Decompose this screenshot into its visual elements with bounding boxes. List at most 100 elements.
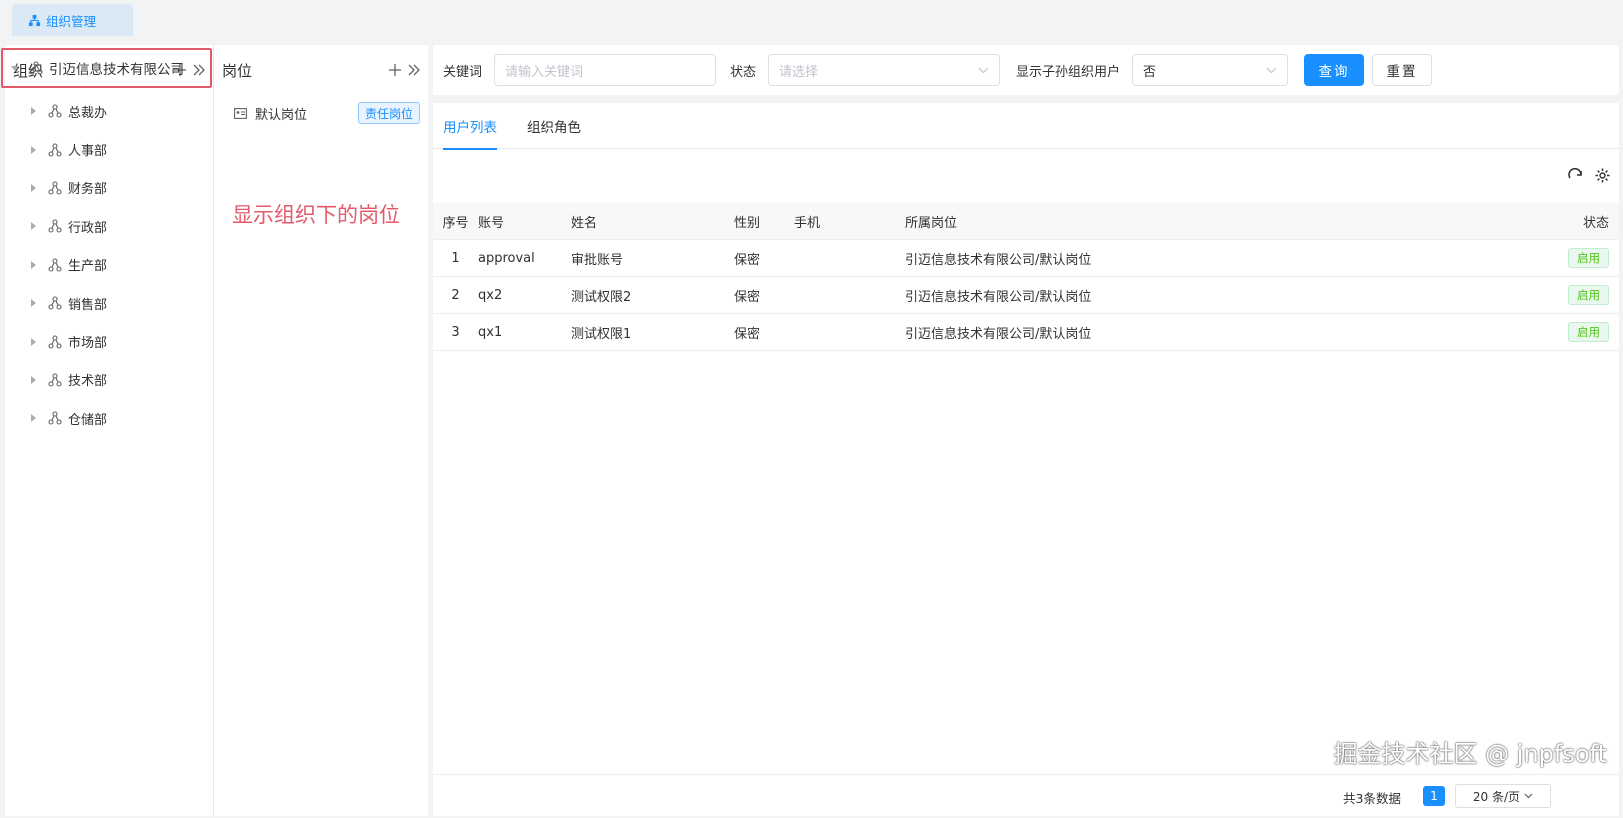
reset-button[interactable]: 重置 [1372, 54, 1433, 86]
tab-user-list[interactable]: 用户列表 [443, 103, 497, 150]
tree-node-label: 仓储部 [68, 412, 108, 428]
org-node-icon [48, 296, 62, 310]
header-idx: 序号 [442, 215, 469, 231]
caret-right-icon[interactable] [30, 375, 40, 384]
tree-node[interactable]: 生产部 [0, 246, 209, 284]
table-row[interactable]: 1 approval 审批账号 保密 引迈信息技术有限公司/默认岗位 启用 [433, 240, 1619, 277]
status-badge: 启用 [1568, 322, 1609, 342]
page-size-select[interactable]: 20 条/页 [1455, 784, 1551, 808]
header-status: 状态 [1582, 215, 1609, 231]
tree-node-label: 市场部 [68, 336, 108, 352]
collapse-icon[interactable] [408, 63, 420, 77]
header-sex: 性别 [734, 215, 761, 231]
table-row[interactable]: 3 qx1 测试权限1 保密 引迈信息技术有限公司/默认岗位 启用 [433, 314, 1619, 351]
tree-node[interactable]: 人事部 [0, 130, 209, 168]
cell-position: 引迈信息技术有限公司/默认岗位 [905, 326, 1092, 342]
tree-node-label: 行政部 [68, 220, 108, 236]
header-position: 所属岗位 [905, 215, 958, 231]
keyword-input[interactable]: 请输入关键词 [494, 54, 717, 86]
user-list-panel: 用户列表 组织角色 序号 账号 姓名 性别 手机 所属岗位 状态 1 appro… [433, 103, 1619, 816]
cell-idx: 2 [451, 287, 460, 303]
org-node-icon [48, 258, 62, 272]
tree-node[interactable]: 销售部 [0, 284, 209, 322]
sub-org-value: 否 [1143, 64, 1157, 80]
table-row[interactable]: 2 qx2 测试权限2 保密 引迈信息技术有限公司/默认岗位 启用 [433, 277, 1619, 314]
position-panel-title: 岗位 [222, 61, 253, 80]
tree-node-label: 引迈信息技术有限公司 [49, 62, 184, 78]
tab-label: 组织管理 [46, 13, 97, 29]
status-select[interactable]: 请选择 [768, 54, 1001, 86]
caret-right-icon[interactable] [30, 145, 40, 154]
table-tools [1567, 167, 1611, 184]
status-label: 状态 [730, 64, 757, 80]
header-account: 账号 [478, 215, 505, 231]
status-badge: 启用 [1568, 285, 1609, 305]
cell-idx: 3 [451, 324, 460, 340]
watermark: 掘金技术社区 @ jnpfsoft [1333, 740, 1607, 768]
tab-org-roles[interactable]: 组织角色 [527, 103, 581, 149]
add-position-icon[interactable] [388, 63, 402, 77]
org-tree-icon [28, 14, 46, 27]
keyword-placeholder: 请输入关键词 [505, 64, 584, 80]
header-name: 姓名 [571, 215, 598, 231]
caret-right-icon[interactable] [30, 299, 40, 308]
tree-node[interactable]: 仓储部 [0, 399, 209, 437]
org-node-icon [48, 411, 62, 425]
cell-position: 引迈信息技术有限公司/默认岗位 [905, 289, 1092, 305]
caret-right-icon[interactable] [30, 414, 40, 423]
table-header: 序号 账号 姓名 性别 手机 所属岗位 状态 [433, 203, 1619, 240]
tree-node[interactable]: 财务部 [0, 169, 209, 207]
position-item[interactable]: 默认岗位 责任岗位 [224, 100, 420, 126]
tree-node-label: 人事部 [68, 144, 108, 160]
caret-right-icon[interactable] [30, 107, 40, 116]
cell-account: approval [478, 250, 535, 266]
refresh-icon[interactable] [1567, 167, 1584, 184]
chevron-down-icon [1266, 67, 1277, 74]
org-tree-children: 总裁办 人事部 财务部 行政部 生产部 销售部 市场部 技术部 仓储部 [0, 92, 209, 438]
caret-right-icon[interactable] [30, 222, 40, 231]
gear-icon[interactable] [1594, 167, 1611, 184]
org-node-icon [48, 143, 62, 157]
tree-node-root[interactable]: 引迈信息技术有限公司 [1, 48, 212, 88]
cell-sex: 保密 [734, 252, 761, 268]
tree-node-label: 财务部 [68, 182, 108, 198]
cell-sex: 保密 [734, 326, 761, 342]
position-label: 默认岗位 [255, 107, 308, 123]
chevron-down-icon [1524, 793, 1533, 799]
tree-node-label: 生产部 [68, 259, 108, 275]
caret-right-icon[interactable] [30, 260, 40, 269]
user-table: 序号 账号 姓名 性别 手机 所属岗位 状态 1 approval 审批账号 保… [433, 203, 1619, 351]
tree-node[interactable]: 技术部 [0, 361, 209, 399]
main-tabs: 用户列表 组织角色 [433, 103, 1619, 150]
caret-right-icon[interactable] [30, 337, 40, 346]
org-node-icon [48, 373, 62, 387]
tree-node-label: 技术部 [68, 374, 108, 390]
position-panel: 岗位 默认岗位 责任岗位 显示组织下的岗位 [214, 45, 428, 816]
search-bar: 关键词 请输入关键词 状态 请选择 显示子孙组织用户 否 查询 重置 [433, 45, 1619, 95]
sub-org-select[interactable]: 否 [1132, 54, 1289, 86]
cell-sex: 保密 [734, 289, 761, 305]
org-node-icon [29, 61, 43, 75]
query-button[interactable]: 查询 [1304, 54, 1365, 86]
chevron-down-icon [978, 67, 989, 74]
tree-node-label: 销售部 [68, 297, 108, 313]
cell-name: 审批账号 [571, 252, 624, 268]
header-phone: 手机 [794, 215, 821, 231]
position-tag: 责任岗位 [357, 102, 420, 124]
cell-account: qx2 [478, 287, 503, 303]
cell-account: qx1 [478, 324, 503, 340]
pager-total: 共3条数据 [1343, 791, 1401, 806]
sub-org-label: 显示子孙组织用户 [1016, 64, 1121, 80]
tree-node[interactable]: 市场部 [0, 322, 209, 360]
org-node-icon [48, 334, 62, 349]
status-placeholder: 请选择 [779, 64, 819, 80]
keyword-label: 关键词 [443, 64, 483, 80]
caret-right-icon[interactable] [30, 183, 40, 192]
annotation-text: 显示组织下的岗位 [232, 203, 400, 227]
tab-org-management[interactable]: 组织管理 [12, 4, 133, 36]
caret-down-icon[interactable] [11, 64, 23, 72]
status-badge: 启用 [1568, 248, 1609, 268]
tree-node[interactable]: 行政部 [0, 207, 209, 245]
tree-node[interactable]: 总裁办 [0, 92, 209, 130]
pager-page-1[interactable]: 1 [1423, 786, 1445, 806]
